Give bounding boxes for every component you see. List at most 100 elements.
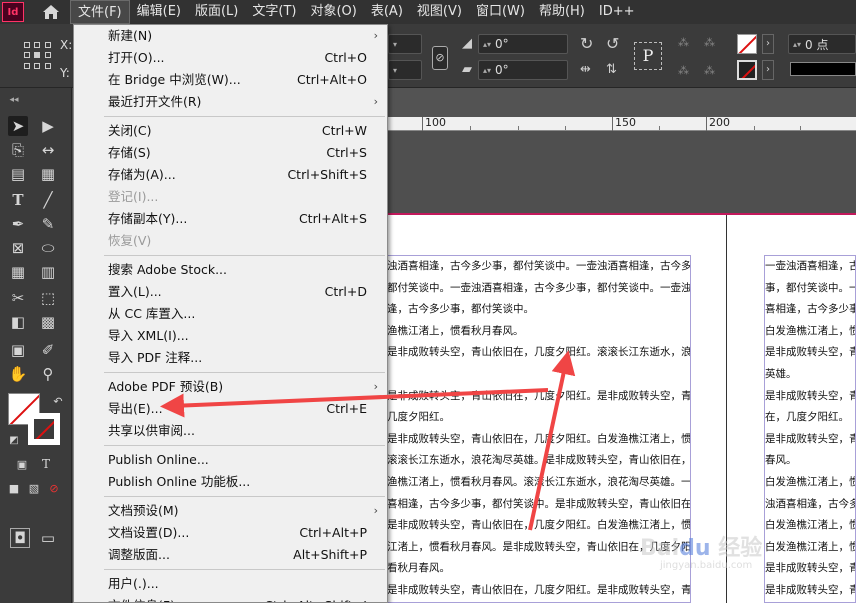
rectangle-frame-tool-icon[interactable]: ⊠ xyxy=(8,238,28,258)
file-menu-item[interactable]: 导入 PDF 注释... xyxy=(74,347,387,369)
file-menu-item-label: 文件信息(F)... xyxy=(108,598,187,602)
select-previous-icon[interactable]: ⁂ xyxy=(678,64,689,77)
zoom-tool-icon[interactable]: ⚲ xyxy=(38,364,58,384)
file-menu-item-label: Adobe PDF 预设(B) xyxy=(108,379,224,394)
screen-mode-icon[interactable]: ▭ xyxy=(38,528,58,548)
menu-idpp[interactable]: ID++ xyxy=(592,0,642,24)
stroke-weight-field[interactable]: ▴▾ 0 点 xyxy=(788,34,856,54)
default-fill-stroke-icon[interactable]: ◩ xyxy=(4,430,24,450)
file-menu-item[interactable]: 搜索 Adobe Stock... xyxy=(74,259,387,281)
document-page[interactable]: 浊酒喜相逢，古今多少事，都付笑谈中。一壶浊酒喜相逢，古今多少 都付笑谈中。一壶浊酒… xyxy=(386,215,856,603)
normal-view-mode-icon[interactable]: ◘ xyxy=(10,528,30,548)
hand-tool-icon[interactable]: ✋ xyxy=(8,364,28,384)
direct-selection-tool-icon[interactable]: ▶ xyxy=(38,116,58,136)
reference-point-icon[interactable] xyxy=(24,42,52,70)
menu-object[interactable]: 对象(O) xyxy=(303,0,363,24)
menu-file[interactable]: 文件(F) xyxy=(70,0,130,24)
apply-gradient-icon[interactable]: ▧ xyxy=(24,478,44,498)
flip-vertical-icon[interactable]: ⇅ xyxy=(606,62,617,77)
text-frame-right[interactable]: 一壶浊酒喜相逢，古今多少事，都付笑谈中。一壶浊喜相逢，古今多少事，都白发渔樵江渚… xyxy=(764,255,856,603)
file-menu-item[interactable]: Publish Online... xyxy=(74,449,387,471)
swap-fill-stroke-icon[interactable]: ↶ xyxy=(48,391,68,411)
file-menu-item[interactable]: 存储(S) Ctrl+S xyxy=(74,142,387,164)
content-collector-icon[interactable]: ▤ xyxy=(8,164,28,184)
pen-tool-icon[interactable]: ✒ xyxy=(8,214,28,234)
pencil-tool-icon[interactable]: ✎ xyxy=(38,214,58,234)
file-menu-item[interactable]: 关闭(C) Ctrl+W xyxy=(74,120,387,142)
formatting-text-icon[interactable]: T xyxy=(36,454,56,474)
fill-swatch-icon[interactable] xyxy=(737,34,757,54)
file-menu-item[interactable]: 文档预设(M) › xyxy=(74,500,387,522)
menu-window[interactable]: 窗口(W) xyxy=(469,0,532,24)
rotate-cw-icon[interactable]: ↻ xyxy=(580,34,593,53)
file-menu-item[interactable]: 导入 XML(I)... xyxy=(74,325,387,347)
baidu-watermark-url: jingyan.baidu.com xyxy=(660,560,753,571)
file-menu-item[interactable]: 在 Bridge 中浏览(W)... Ctrl+Alt+O xyxy=(74,69,387,91)
file-menu-item[interactable]: 最近打开文件(R) › xyxy=(74,91,387,113)
select-container-icon[interactable]: ⁂ xyxy=(678,36,689,49)
menu-edit[interactable]: 编辑(E) xyxy=(130,0,188,24)
fill-dropdown-chevron-icon[interactable]: › xyxy=(762,34,774,54)
gradient-feather-tool-icon[interactable]: ▩ xyxy=(38,312,58,332)
gap-tool-icon[interactable]: ↔ xyxy=(38,140,58,160)
grid-tool-icon[interactable]: ▥ xyxy=(38,262,58,282)
page-tool-icon[interactable]: ⎘ xyxy=(8,140,28,160)
menu-help[interactable]: 帮助(H) xyxy=(532,0,592,24)
width-field[interactable]: ▾ xyxy=(388,34,422,54)
select-content-icon[interactable]: ⁂ xyxy=(704,36,715,49)
stroke-dropdown-chevron-icon[interactable]: › xyxy=(762,60,774,80)
menu-bar: Id 文件(F) 编辑(E) 版面(L) 文字(T) 对象(O) 表(A) 视图… xyxy=(0,0,856,24)
eyedropper-tool-icon[interactable]: ✐ xyxy=(38,340,58,360)
formatting-container-icon[interactable]: ▣ xyxy=(12,454,32,474)
file-menu-item-shortcut: Ctrl+O xyxy=(324,50,367,65)
file-menu-item[interactable]: 打开(O)... Ctrl+O xyxy=(74,47,387,69)
menu-view[interactable]: 视图(V) xyxy=(410,0,469,24)
menu-layout[interactable]: 版面(L) xyxy=(188,0,245,24)
file-menu-item[interactable]: 导出(E)... Ctrl+E xyxy=(74,398,387,420)
select-next-icon[interactable]: ⁂ xyxy=(704,64,715,77)
menu-table[interactable]: 表(A) xyxy=(364,0,410,24)
rotate-angle-field[interactable]: ▴▾ 0° xyxy=(478,34,568,54)
scissors-tool-icon[interactable]: ✂ xyxy=(8,288,28,308)
stroke-swatch-icon[interactable] xyxy=(737,60,757,80)
collapse-panel-icon[interactable]: ◂◂ xyxy=(4,90,24,110)
file-menu-item[interactable]: 共享以供审阅... xyxy=(74,420,387,442)
file-menu-item[interactable]: 文档设置(D)... Ctrl+Alt+P xyxy=(74,522,387,544)
flip-horizontal-icon[interactable]: ⇹ xyxy=(580,62,591,77)
constrain-link-icon[interactable]: ⊘ xyxy=(432,46,448,70)
file-menu-item[interactable]: 文件信息(F)... Ctrl+Alt+Shift+I xyxy=(74,595,387,602)
text-line: 是非成败转头空，青山依旧在，几度夕阳红。白发渔樵江渚上，惯看秋月 xyxy=(387,432,691,445)
file-menu-item[interactable]: 存储为(A)... Ctrl+Shift+S xyxy=(74,164,387,186)
stroke-type-selector[interactable] xyxy=(790,62,856,76)
table-tool-icon[interactable]: ▦ xyxy=(8,262,28,282)
file-menu-item[interactable]: 从 CC 库置入... xyxy=(74,303,387,325)
file-menu-item[interactable]: 置入(L)... Ctrl+D xyxy=(74,281,387,303)
type-tool-icon[interactable]: T xyxy=(8,190,28,210)
menu-type[interactable]: 文字(T) xyxy=(245,0,303,24)
file-menu-item[interactable]: Publish Online 功能板... xyxy=(74,471,387,493)
text-line: 事，都付笑谈中。一壶浊 xyxy=(765,281,855,294)
height-field[interactable]: ▾ xyxy=(388,60,422,80)
apply-color-icon[interactable]: ■ xyxy=(4,478,24,498)
file-menu-item[interactable]: 用户(.)... xyxy=(74,573,387,595)
content-placer-icon[interactable]: ▦ xyxy=(38,164,58,184)
free-transform-tool-icon[interactable]: ⬚ xyxy=(38,288,58,308)
file-menu-item[interactable]: Adobe PDF 预设(B) › xyxy=(74,376,387,398)
selection-tool-icon[interactable]: ➤ xyxy=(8,116,28,136)
apply-none-icon[interactable]: ⊘ xyxy=(44,478,64,498)
proxy-icon[interactable]: P xyxy=(634,42,662,70)
gradient-swatch-tool-icon[interactable]: ◧ xyxy=(8,312,28,332)
ellipse-tool-icon[interactable]: ⬭ xyxy=(38,238,58,258)
home-icon[interactable] xyxy=(40,2,62,22)
file-menu-dropdown: 新建(N) › 打开(O)... Ctrl+O 在 Bridge 中浏览(W)... Ct… xyxy=(73,24,388,603)
toolbox-panel: ◂◂ ➤ ▶ ⎘ ↔ ▤ ▦ T ╱ ✒ ✎ ⊠ ⬭ ▦ ▥ ✂ ⬚ ◧ ▩ ▣… xyxy=(0,88,72,603)
file-menu-item[interactable]: 新建(N) › xyxy=(74,25,387,47)
rotate-ccw-icon[interactable]: ↺ xyxy=(606,34,619,53)
line-tool-icon[interactable]: ╱ xyxy=(38,190,58,210)
text-line: 是非成败转头空，青山依旧在，几度夕阳红。是非成败转头空，青山依旧 xyxy=(387,389,691,402)
file-menu-item[interactable]: 调整版面... Alt+Shift+P xyxy=(74,544,387,566)
file-menu-item[interactable]: 存储副本(Y)... Ctrl+Alt+S xyxy=(74,208,387,230)
note-tool-icon[interactable]: ▣ xyxy=(8,340,28,360)
shear-angle-field[interactable]: ▴▾ 0° xyxy=(478,60,568,80)
file-menu-item-label: 恢复(V) xyxy=(108,233,152,248)
